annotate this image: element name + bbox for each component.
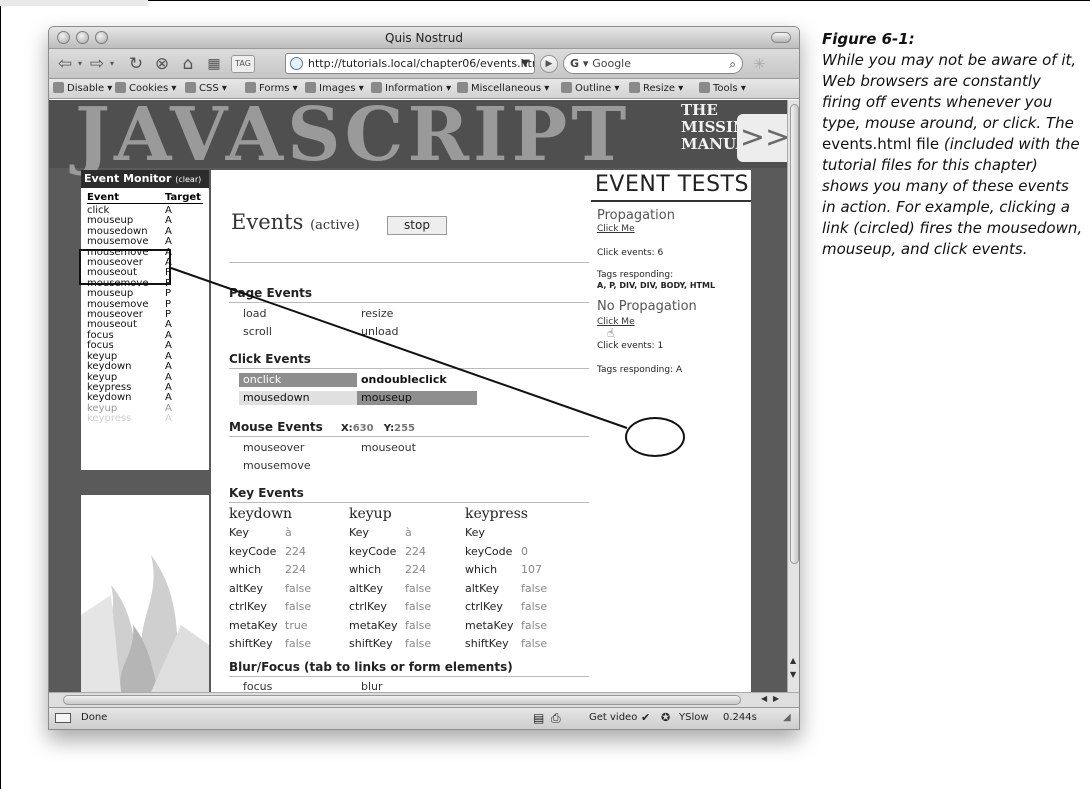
toolbar-toggle-button[interactable] [771,32,791,43]
document-icon[interactable]: ▤ [533,708,544,728]
check-icon[interactable]: ✔ [641,708,650,728]
home-icon[interactable]: ⌂ [177,53,199,75]
devbar-menu-label: Outline [575,83,612,94]
devbar-information-icon [371,82,382,93]
scroll-up-icon[interactable]: ▲ [790,656,796,665]
yslow-icon[interactable]: ✪ [661,708,670,728]
yslow-label[interactable]: YSlow [679,708,709,728]
chevron-down-icon: ▾ [737,83,746,94]
back-menu-chevron-icon[interactable]: ▾ [75,53,85,75]
get-video-label[interactable]: Get video [589,708,637,728]
chevron-down-icon: ▾ [289,83,298,94]
devbar-menu-label: Disable [67,83,105,94]
devbar-menu-label: Cookies [129,83,169,94]
window-title: Quis Nostrud [385,31,463,45]
caption-text-end: (included with the tutorial files for th… [822,135,1083,258]
vertical-scroll-thumb[interactable] [790,104,799,564]
scroll-left-icon[interactable]: ◀ [761,694,767,703]
devbar-disable-icon [53,82,64,93]
chevron-down-icon: ▾ [611,83,620,94]
caption-filename: events.html file [822,135,940,153]
devbar-resize-icon [629,82,640,93]
status-screen-icon[interactable] [55,713,71,723]
devbar-menu-label: Images [319,83,356,94]
forward-icon[interactable]: ⇨ [87,53,107,75]
devbar-menu-miscellaneous[interactable]: Miscellaneous ▾ [457,79,549,99]
devbar-menu-outline[interactable]: Outline ▾ [561,79,619,99]
chevron-down-icon: ▾ [442,83,452,94]
devbar-miscellaneous-icon [457,82,468,93]
horizontal-scroll-thumb[interactable] [63,695,741,705]
url-history-chevron-icon[interactable]: ▼ [521,54,529,73]
devbar-cookies-icon [115,82,126,93]
devbar-menu-css[interactable]: CSS ▾ [185,79,227,99]
devbar-menu-label: Miscellaneous [471,83,542,94]
chevron-down-icon: ▾ [104,83,113,94]
search-placeholder: Google [592,57,632,70]
grid-icon[interactable]: ▦ [203,53,225,75]
chevron-down-icon: ▾ [675,83,684,94]
search-input[interactable]: G ▾ Google ⌕ [563,53,743,74]
callout-connector [170,267,628,429]
devbar-menu-information[interactable]: Information ▾ [371,79,451,99]
printer-icon[interactable]: ⎙ [551,708,561,728]
devbar-menu-images[interactable]: Images ▾ [305,79,364,99]
forward-menu-chevron-icon[interactable]: ▾ [107,53,117,75]
devbar-menu-label: CSS [199,83,219,94]
page-top-rule [148,0,1090,1]
resize-grip-icon[interactable]: ◢ [783,708,791,728]
caption-text-start: While you may not be aware of it, Web br… [822,51,1077,132]
go-button[interactable]: ▶ [540,55,558,73]
web-developer-toolbar: Disable ▾ Cookies ▾ CSS ▾ Forms ▾ Images ▾ In… [49,79,799,99]
figure-page: Quis Nostrud ⇦ ▾ ⇨ ▾ ↻ ⊗ ⌂ ▦ TAG http://… [0,0,1090,789]
devbar-forms-icon [245,82,256,93]
back-icon[interactable]: ⇦ [55,53,75,75]
devbar-menu-forms[interactable]: Forms ▾ [245,79,298,99]
devbar-menu-tools[interactable]: Tools ▾ [699,79,746,99]
load-time: 0.244s [723,712,757,723]
devbar-menu-label: Information [385,83,443,94]
chevron-down-icon: ▾ [541,83,550,94]
tag-icon[interactable]: TAG [231,55,255,73]
callout-line [170,267,628,429]
devbar-menu-resize[interactable]: Resize ▾ [629,79,683,99]
devbar-menu-disable[interactable]: Disable ▾ [53,79,112,99]
page-viewport: JAVASCRIPT THE MISSING MANUAL >> Event M… [49,100,787,692]
chevron-down-icon: ▾ [355,83,364,94]
scroll-right-icon[interactable]: ▶ [773,694,779,703]
devbar-tools-icon [699,82,710,93]
address-bar[interactable]: http://tutorials.local/chapter06/events.… [285,53,535,74]
devbar-menu-label: Tools [713,83,738,94]
browser-window: Quis Nostrud ⇦ ▾ ⇨ ▾ ↻ ⊗ ⌂ ▦ TAG http://… [48,26,800,730]
devbar-menu-label: Forms [259,83,290,94]
status-text: Done [81,712,108,723]
scroll-down-icon[interactable]: ▼ [790,670,796,679]
navigation-toolbar: ⇦ ▾ ⇨ ▾ ↻ ⊗ ⌂ ▦ TAG http://tutorials.loc… [49,49,799,79]
page-left-rule [0,6,1,789]
caption-title: Figure 6-1: [822,30,915,48]
search-engine-icon[interactable]: G ▾ [570,57,592,70]
page-corner-tab [0,0,148,6]
activity-spinner-icon: ✳ [753,55,766,73]
address-url: http://tutorials.local/chapter06/events.… [308,57,535,70]
devbar-menu-cookies[interactable]: Cookies ▾ [115,79,176,99]
vertical-scrollbar[interactable]: ▲ ▼ [787,100,799,692]
status-bar: Done ▤ ⎙ Get video ✔ ✪ YSlow 0.244s ◢ [49,707,799,729]
reload-icon[interactable]: ↻ [125,53,147,75]
chevron-down-icon: ▾ [218,83,227,94]
stop-icon[interactable]: ⊗ [151,53,173,75]
title-bar: Quis Nostrud [49,27,799,49]
chevron-down-icon: ▾ [168,83,177,94]
globe-icon [290,57,303,70]
horizontal-scrollbar[interactable]: ◀ ▶ [49,692,799,707]
devbar-css-icon [185,82,196,93]
devbar-menu-label: Resize [643,83,676,94]
devbar-images-icon [305,82,316,93]
search-icon[interactable]: ⌕ [729,55,736,74]
figure-caption: Figure 6-1: While you may not be aware o… [822,29,1084,260]
devbar-outline-icon [561,82,572,93]
